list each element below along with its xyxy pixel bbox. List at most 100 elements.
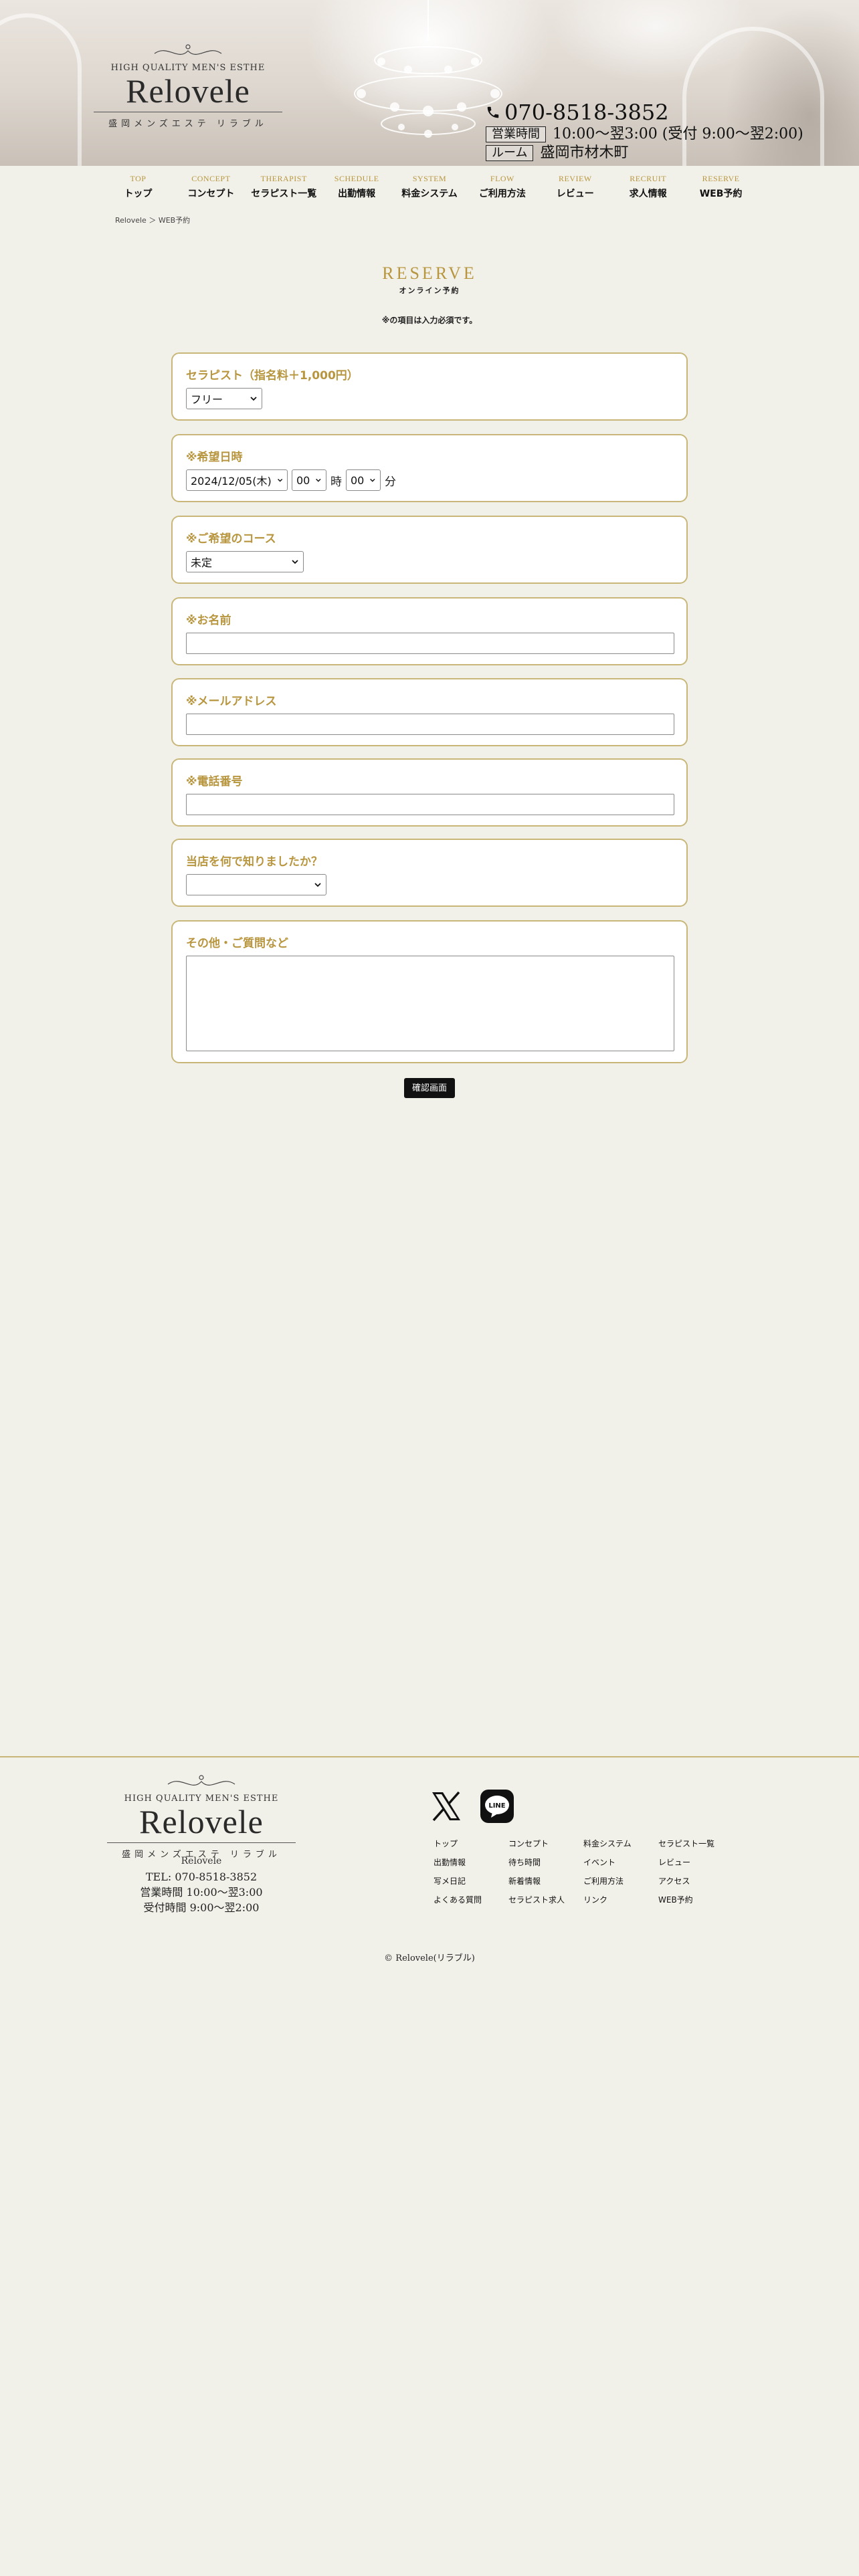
- nav-item-flow[interactable]: FLOW ご利用方法: [466, 174, 539, 200]
- course-label: ※ご希望のコース: [186, 532, 276, 546]
- nav-item-recruit[interactable]: RECRUIT 求人情報: [611, 174, 684, 200]
- footer-link[interactable]: セラピスト一覧: [658, 1838, 733, 1849]
- nav-item-system[interactable]: SYSTEM 料金システム: [393, 174, 466, 200]
- email-input[interactable]: [186, 714, 674, 735]
- other-textarea[interactable]: [186, 956, 674, 1051]
- nav-jp: レビュー: [556, 189, 594, 199]
- course-card: ※ご希望のコース 未定: [171, 516, 688, 584]
- page-title: RESERVE: [382, 263, 477, 283]
- ornament-icon: [167, 1775, 235, 1786]
- footer-link[interactable]: コンセプト: [508, 1838, 583, 1849]
- nav-en: REVIEW: [558, 174, 592, 183]
- page-subtitle: オンライン予約: [399, 286, 460, 295]
- nav-item-reserve[interactable]: RESERVE WEB予約: [684, 174, 757, 200]
- nav-en: CONCEPT: [191, 174, 231, 183]
- footer-link[interactable]: 待ち時間: [508, 1856, 583, 1868]
- name-label: ※お名前: [186, 614, 231, 627]
- room-value: 盛岡市材木町: [540, 144, 629, 161]
- room-tag: ルーム: [486, 145, 534, 161]
- date-select-value: 2024/12/05(木): [191, 475, 272, 488]
- minute-select-value: 00: [351, 473, 365, 487]
- footer-link[interactable]: 写メ日記: [434, 1875, 508, 1887]
- arch-decoration: [0, 13, 82, 166]
- logo-jp: 盛岡メンズエステ リラブル: [108, 119, 268, 129]
- nav-item-concept[interactable]: CONCEPT コンセプト: [175, 174, 248, 200]
- nav-item-therapist[interactable]: THERAPIST セラピスト一覧: [248, 174, 320, 200]
- footer-link[interactable]: 新着情報: [508, 1875, 583, 1887]
- svg-text:LINE: LINE: [488, 1802, 505, 1810]
- phone-input[interactable]: [186, 794, 674, 815]
- footer-tel[interactable]: TEL: 070-8518-3852: [107, 1869, 296, 1885]
- copyright: © Relovele(リラブル): [384, 1953, 475, 1963]
- footer-logo-name: Relovele: [139, 1803, 264, 1840]
- source-label: 当店を何で知りましたか？: [186, 855, 322, 869]
- breadcrumb-home[interactable]: Relovele: [115, 216, 147, 225]
- footer-link[interactable]: ご利用方法: [583, 1875, 658, 1887]
- therapist-label: セラピスト（指名料＋1,000円）: [186, 369, 359, 383]
- date-card: ※希望日時 2024/12/05(木) 00 時 00 分: [171, 434, 688, 502]
- footer-reception: 受付時間 9:00〜翌2:00: [143, 1901, 260, 1914]
- minute-select[interactable]: 00: [346, 469, 381, 491]
- nav-en: RESERVE: [702, 174, 740, 183]
- footer-link[interactable]: セラピスト求人: [508, 1894, 583, 1905]
- nav-en: THERAPIST: [260, 174, 307, 183]
- room-row: ルーム 盛岡市材木町: [486, 144, 803, 162]
- footer-link[interactable]: レビュー: [658, 1856, 733, 1868]
- footer-link[interactable]: よくある質問: [434, 1894, 508, 1905]
- hours-value: 10:00〜翌3:00 (受付 9:00〜翌2:00): [553, 126, 803, 142]
- hour-select[interactable]: 00: [292, 469, 326, 491]
- nav-en: SYSTEM: [412, 174, 447, 183]
- nav-jp: コンセプト: [187, 189, 235, 199]
- phone-icon: [487, 106, 499, 118]
- therapist-select[interactable]: フリー: [186, 388, 262, 409]
- footer-hours: 営業時間 10:00〜翌3:00: [140, 1886, 263, 1899]
- footer-link[interactable]: アクセス: [658, 1875, 733, 1887]
- header-phone[interactable]: 070-8518-3852: [486, 100, 803, 124]
- footer-logo-tagline: HIGH QUALITY MEN'S ESTHE: [124, 1794, 279, 1804]
- other-card: その他・ご質問など: [171, 920, 688, 1063]
- nav-item-top[interactable]: TOP トップ: [102, 174, 175, 200]
- nav-jp: 出勤情報: [338, 189, 376, 199]
- x-icon[interactable]: [428, 1788, 464, 1824]
- chevron-down-icon: [250, 397, 257, 401]
- footer-link[interactable]: WEB予約: [658, 1894, 733, 1905]
- line-icon[interactable]: LINE: [479, 1788, 515, 1824]
- hours-row: 営業時間 10:00〜翌3:00 (受付 9:00〜翌2:00): [486, 126, 803, 143]
- footer-divider: [0, 1756, 859, 1757]
- nav-jp: トップ: [124, 189, 153, 199]
- footer-link[interactable]: 料金システム: [583, 1838, 658, 1849]
- chevron-down-icon: [370, 478, 375, 482]
- site-logo[interactable]: HIGH QUALITY MEN'S ESTHE Relovele 盛岡メンズエ…: [94, 41, 282, 129]
- minute-unit: 分: [385, 475, 396, 489]
- therapist-select-value: フリー: [191, 393, 223, 406]
- name-card: ※お名前: [171, 597, 688, 665]
- social-links: LINE: [428, 1788, 515, 1824]
- email-card: ※メールアドレス: [171, 678, 688, 746]
- phone-card: ※電話番号: [171, 758, 688, 827]
- source-card: 当店を何で知りましたか？: [171, 839, 688, 907]
- course-select-value: 未定: [191, 556, 213, 569]
- footer-link[interactable]: リンク: [583, 1894, 658, 1905]
- footer-link[interactable]: イベント: [583, 1856, 658, 1868]
- page-heading: RESERVE オンライン予約: [0, 263, 859, 296]
- date-label: ※希望日時: [186, 451, 243, 464]
- confirm-button[interactable]: 確認画面: [404, 1078, 455, 1098]
- footer-link[interactable]: 出勤情報: [434, 1856, 508, 1868]
- footer-info: Relovele TEL: 070-8518-3852 営業時間 10:00〜翌…: [107, 1854, 296, 1915]
- chevron-down-icon: [314, 883, 321, 887]
- nav-en: RECRUIT: [630, 174, 667, 183]
- ornament-icon: [154, 44, 222, 55]
- name-input[interactable]: [186, 633, 674, 654]
- source-select[interactable]: [186, 874, 326, 895]
- phone-number: 070-8518-3852: [504, 100, 669, 125]
- main-nav: TOP トップ CONCEPT コンセプト THERAPIST セラピスト一覧 SCH…: [102, 174, 757, 200]
- nav-item-schedule[interactable]: SCHEDULE 出勤情報: [320, 174, 393, 200]
- breadcrumb-current: WEB予約: [158, 216, 191, 225]
- nav-item-review[interactable]: REVIEW レビュー: [539, 174, 611, 200]
- required-note: ※の項目は入力必須です。: [381, 316, 478, 325]
- date-select[interactable]: 2024/12/05(木): [186, 469, 288, 491]
- footer-logo[interactable]: HIGH QUALITY MEN'S ESTHE Relovele 盛岡メンズエ…: [107, 1772, 296, 1860]
- hour-unit: 時: [330, 475, 342, 489]
- footer-link[interactable]: トップ: [434, 1838, 508, 1849]
- course-select[interactable]: 未定: [186, 551, 304, 572]
